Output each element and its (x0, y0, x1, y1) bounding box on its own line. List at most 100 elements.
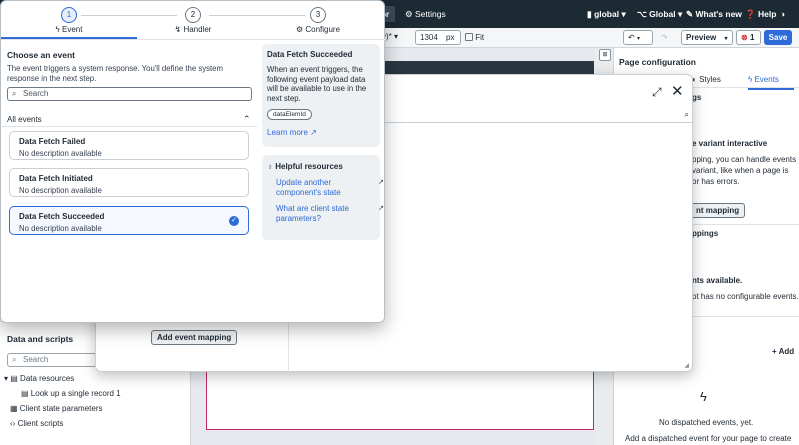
chevron-down-icon: ▾ (621, 9, 626, 19)
canvas-page-frame[interactable] (206, 372, 594, 430)
help-title: Helpful resources (275, 162, 343, 171)
whats-new-label: What's new (695, 9, 742, 19)
code-icon: ‹› (10, 419, 16, 428)
help-button[interactable]: ❓ Help (745, 9, 776, 20)
link-label: Learn more (267, 128, 308, 137)
theme-toggle-icon[interactable]: ◑ (780, 9, 785, 19)
gear-icon: ⚙ (295, 25, 304, 34)
add-event-mapping-button[interactable]: Add event mapping (151, 330, 238, 345)
tree-item-client-scripts[interactable]: ‹› Client scripts (10, 419, 63, 428)
fit-label: Fit (475, 33, 485, 42)
expand-icon[interactable]: ⤢ (652, 85, 662, 100)
chevron-down-icon: ▾ (394, 32, 399, 41)
width-value: 1304 (420, 33, 438, 42)
tree-item-lookup[interactable]: ▤ Look up a single record 1 (21, 389, 121, 398)
collapse-panel-icon[interactable]: ⊞ (599, 49, 611, 61)
payload-chip: dataElemId (267, 109, 312, 120)
event-search-input[interactable]: ⌕ Search (7, 87, 252, 101)
tree-label: Data resources (20, 374, 75, 383)
link-label: Update another component's state (276, 178, 341, 197)
whats-new-button[interactable]: ✎ What's new (686, 9, 742, 20)
no-events-heading: nts available. (692, 276, 743, 285)
client-state-params-link[interactable]: What are client state parameters? ↗ (276, 204, 384, 223)
settings-tab[interactable]: ⚙ Settings (405, 9, 446, 20)
gear-icon: ⚙ (405, 9, 413, 19)
undo-button[interactable]: ↶ ▾ (623, 30, 653, 45)
tree-label: Client scripts (17, 419, 64, 428)
all-events-header[interactable]: All events (7, 115, 42, 124)
section-fragment: gs (692, 93, 702, 102)
divider (1, 126, 257, 127)
lightning-icon: ϟ (55, 25, 60, 34)
add-dispatched-hint: Add a dispatched event for your page to … (625, 434, 792, 443)
close-icon[interactable]: ✕ (671, 82, 684, 100)
choose-event-description: The event triggers a system response. Yo… (7, 64, 224, 83)
events-icon: ϟ (748, 75, 753, 84)
chevron-down-icon: ▾ (678, 9, 683, 19)
lightning-icon: ϟ (700, 389, 707, 404)
info-text: When an event triggers, the following ev… (267, 65, 367, 103)
variant-description: pping, you can handle events variant, li… (692, 155, 797, 186)
event-option-data-fetch-initiated[interactable]: Data Fetch Initiated No description avai… (9, 168, 249, 197)
search-icon: ⌕ (684, 110, 689, 119)
update-state-link[interactable]: Update another component's state ↗ (276, 178, 384, 197)
event-name: Data Fetch Initiated (19, 174, 93, 183)
external-link-icon: ↗ (378, 205, 384, 212)
tab-styles-label: Styles (699, 75, 721, 84)
link-label: What are client state parameters? (276, 204, 349, 223)
step-label: Event (62, 25, 83, 34)
event-description: No description available (19, 224, 102, 233)
handler-icon: ↯ (174, 25, 182, 34)
resize-handle[interactable]: ◢ (684, 362, 689, 369)
choose-event-title: Choose an event (7, 50, 76, 60)
add-event-mapping-button[interactable]: nt mapping (690, 203, 746, 218)
divider (1, 39, 386, 40)
scope-picker[interactable]: ▮ global ▾ (587, 9, 626, 20)
search-icon: ⌕ (12, 89, 17, 98)
chevron-up-icon[interactable]: ⌃ (243, 114, 251, 125)
tab-styles[interactable]: ◐ Styles (692, 75, 721, 84)
checkbox-box (465, 33, 473, 41)
panel-title: Data and scripts (7, 334, 74, 344)
learn-more-link[interactable]: Learn more ↗ (267, 128, 375, 137)
add-dispatched-event-button[interactable]: + Add (772, 346, 794, 357)
step-label: Configure (305, 25, 341, 34)
tree-item-data-resources[interactable]: ▾ ▤ Data resources (4, 374, 74, 383)
no-events-description: ot has no configurable events. (692, 292, 799, 301)
search-placeholder: Search (23, 89, 49, 98)
step-event[interactable]: 1 ϟ Event (39, 7, 99, 34)
error-count: 1 (749, 33, 755, 42)
event-picker-popover: 1 ϟ Event 2 ↯ Handler 3 ⚙ Configure Choo… (0, 0, 386, 323)
preview-label: Preview (686, 33, 717, 42)
event-name: Data Fetch Succeeded (19, 212, 105, 221)
event-option-data-fetch-succeeded[interactable]: Data Fetch Succeeded No description avai… (9, 206, 249, 235)
event-description: No description available (19, 186, 102, 195)
app-scope-picker[interactable]: ⌥ Global ▾ (637, 9, 682, 20)
helpful-resources-box: ♁ Helpful resources Update another compo… (262, 155, 384, 240)
panel-title: Page configuration (619, 57, 696, 67)
tree-label: Client state parameters (19, 404, 103, 413)
mappings-heading: ppings (692, 229, 719, 238)
event-description: No description available (19, 149, 102, 158)
preview-button[interactable]: Preview ▾ (681, 30, 733, 45)
checkmark-icon: ✓ (229, 216, 239, 226)
step-number: 1 (61, 7, 77, 23)
redo-icon[interactable]: ↷ (661, 33, 668, 42)
step-configure[interactable]: 3 ⚙ Configure (288, 7, 348, 34)
event-option-data-fetch-failed[interactable]: Data Fetch Failed No description availab… (9, 131, 249, 160)
error-indicator[interactable]: ⊗ 1 (736, 30, 761, 45)
event-name: Data Fetch Failed (19, 137, 86, 146)
table-icon: ▦ (10, 404, 18, 413)
save-button[interactable]: Save (764, 30, 792, 45)
fit-checkbox[interactable]: Fit (465, 33, 484, 42)
megaphone-icon: ✎ (686, 9, 694, 19)
database-icon: ▤ (21, 389, 29, 398)
tree-item-client-state[interactable]: ▦ Client state parameters (10, 404, 103, 413)
chevron-down-icon: ▾ (636, 36, 640, 42)
scope-icon: ▮ (587, 9, 592, 19)
step-handler[interactable]: 2 ↯ Handler (163, 7, 223, 34)
step-number: 3 (310, 7, 326, 23)
width-input[interactable]: 1304 px (415, 30, 461, 45)
event-info-box: Data Fetch Succeeded When an event trigg… (262, 44, 380, 147)
step-number: 2 (185, 7, 201, 23)
